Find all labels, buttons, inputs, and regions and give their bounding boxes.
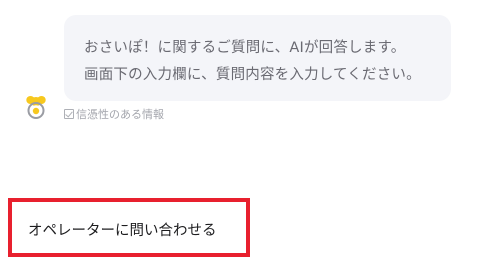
contact-operator-button[interactable]: オペレーターに問い合わせる: [8, 198, 250, 257]
trust-label: 信憑性のある情報: [76, 108, 164, 121]
checkbox-icon: [64, 109, 74, 119]
chat-page: おさいぽ！に関するご質問に、AIが回答します。 画面下の入力欄に、質問内容を入力…: [0, 0, 493, 263]
trust-indicator: 信憑性のある情報: [64, 106, 164, 122]
contact-operator-label: オペレーターに問い合わせる: [28, 223, 217, 239]
mascot-icon: [24, 94, 48, 120]
ai-message-line-1: おさいぽ！に関するご質問に、AIが回答します。: [84, 40, 406, 56]
ai-message-line-2: 画面下の入力欄に、質問内容を入力してください。: [84, 67, 421, 83]
ai-message-bubble: おさいぽ！に関するご質問に、AIが回答します。 画面下の入力欄に、質問内容を入力…: [64, 15, 451, 101]
